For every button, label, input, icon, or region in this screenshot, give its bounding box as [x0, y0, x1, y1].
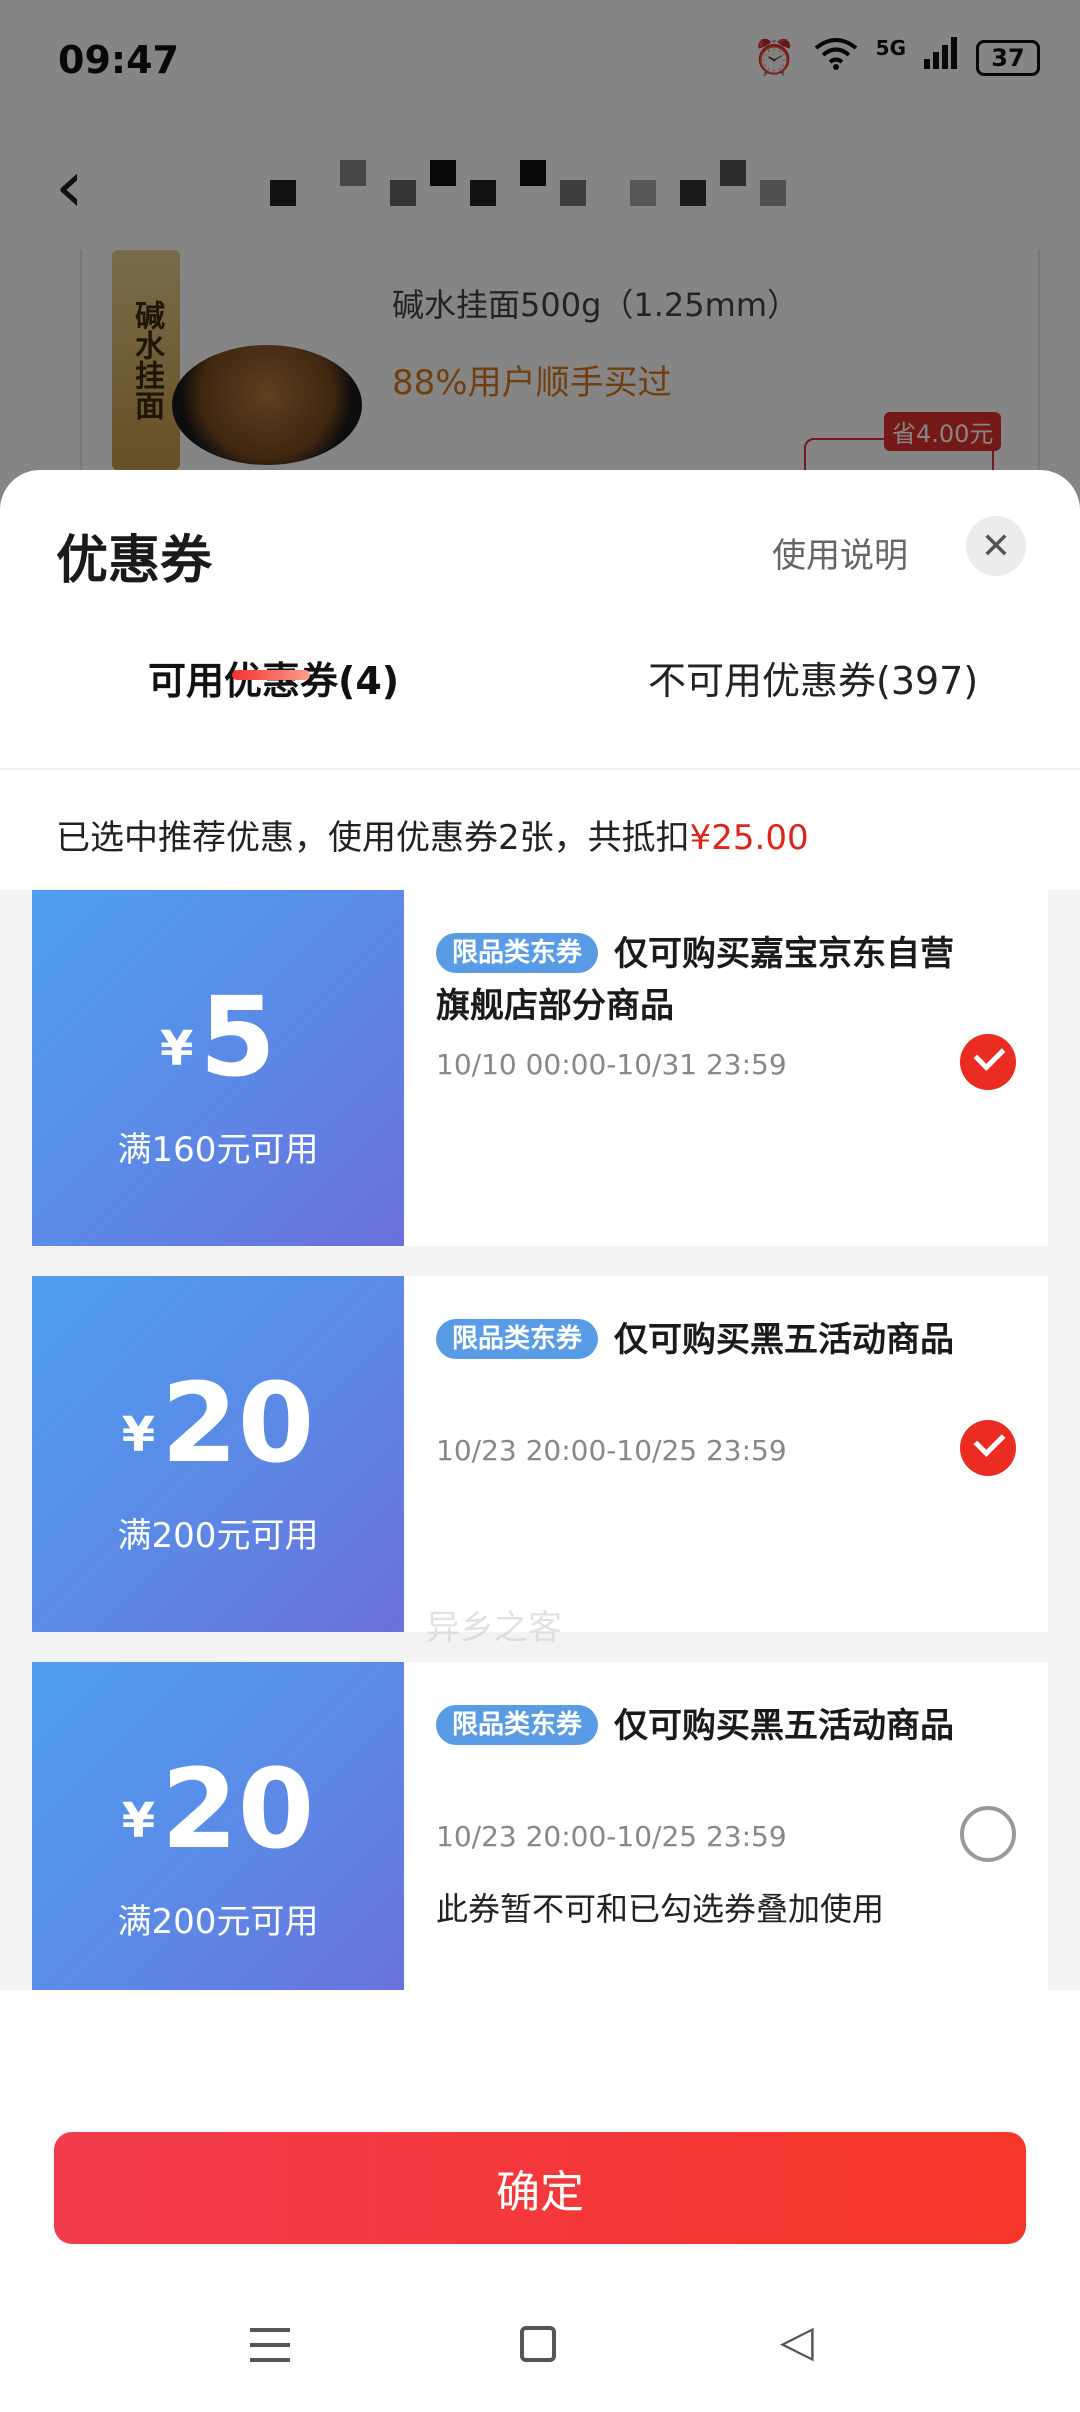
coupon-validity: 10/10 00:00-10/31 23:59 [436, 1048, 787, 1081]
coupon-title: 限品类东券 仅可购买黑五活动商品 [436, 1700, 956, 1752]
confirm-button[interactable]: 确定 [54, 2132, 1026, 2244]
coupon-condition: 满200元可用 [117, 1902, 319, 1942]
coupon-value-panel: ¥5 满160元可用 [24, 890, 404, 1246]
sheet-title: 优惠券 [56, 531, 213, 591]
coupon-amount: ¥5 [32, 982, 404, 1092]
close-icon: ✕ [980, 525, 1012, 567]
coupon-validity: 10/23 20:00-10/25 23:59 [436, 1820, 787, 1853]
usage-help-link[interactable]: 使用说明 [772, 528, 908, 577]
menu-icon[interactable] [250, 2328, 290, 2362]
coupon-stack-note: 此券暂不可和已勾选券叠加使用 [436, 1890, 885, 1928]
summary-amount: ¥25.00 [689, 818, 809, 858]
currency-symbol: ¥ [121, 1407, 156, 1463]
coupon-title-text: 仅可购买黑五活动商品 [614, 1706, 955, 1746]
coupon-amount-value: 20 [161, 1745, 315, 1873]
back-triangle-icon[interactable]: ◁ [780, 2320, 814, 2364]
system-nav-bar: ◁ [0, 2308, 1080, 2388]
watermark: 异乡之客 [426, 1608, 562, 1648]
coupon-title: 限品类东券 仅可购买黑五活动商品 [436, 1314, 956, 1366]
coupon-amount-value: 20 [161, 1359, 315, 1487]
coupon-sheet: 优惠券 使用说明 ✕ 可用优惠券(4) 不可用优惠券(397) 已选中推荐优惠，… [0, 470, 1080, 2412]
coupon-tabs: 可用优惠券(4) 不可用优惠券(397) [0, 650, 1080, 770]
coupon-info: 限品类东券 仅可购买黑五活动商品 10/23 20:00-10/25 23:59 [404, 1276, 1048, 1632]
coupon-amount: ¥20 [32, 1754, 404, 1864]
coupon-tag: 限品类东券 [436, 933, 599, 973]
coupon-title-text: 仅可购买黑五活动商品 [614, 1320, 955, 1360]
currency-symbol: ¥ [160, 1021, 194, 1077]
coupon-value-panel: ¥20 满200元可用 [24, 1276, 404, 1632]
coupon-title: 限品类东券 仅可购买嘉宝京东自营旗舰店部分商品 [436, 928, 956, 1032]
coupon-card[interactable]: ¥5 满160元可用 限品类东券 仅可购买嘉宝京东自营旗舰店部分商品 10/10 … [24, 890, 1048, 1246]
coupon-list[interactable]: ¥5 满160元可用 限品类东券 仅可购买嘉宝京东自营旗舰店部分商品 10/10 … [0, 890, 1080, 1990]
selection-summary: 已选中推荐优惠，使用优惠券2张，共抵扣¥25.00 [56, 810, 809, 859]
coupon-checkbox-unchecked[interactable] [960, 1806, 1016, 1862]
coupon-info: 限品类东券 仅可购买嘉宝京东自营旗舰店部分商品 10/10 00:00-10/31… [404, 890, 1048, 1246]
coupon-checkbox-checked[interactable] [960, 1034, 1016, 1090]
coupon-tag: 限品类东券 [436, 1319, 599, 1359]
tab-available-coupons[interactable]: 可用优惠券(4) [148, 650, 399, 770]
coupon-amount: ¥20 [32, 1368, 404, 1478]
coupon-condition: 满200元可用 [117, 1516, 319, 1556]
coupon-condition: 满160元可用 [117, 1130, 319, 1170]
sheet-footer: 确定 ◁ [0, 2102, 1080, 2412]
currency-symbol: ¥ [121, 1793, 156, 1849]
active-tab-indicator [232, 670, 310, 680]
coupon-card[interactable]: ¥20 满200元可用 限品类东券 仅可购买黑五活动商品 10/23 20:00-… [24, 1662, 1048, 1990]
tab-unavailable-coupons[interactable]: 不可用优惠券(397) [648, 650, 978, 770]
coupon-amount-value: 5 [199, 973, 276, 1101]
coupon-tag: 限品类东券 [436, 1705, 599, 1745]
coupon-card[interactable]: ¥20 满200元可用 限品类东券 仅可购买黑五活动商品 10/23 20:00-… [24, 1276, 1048, 1632]
home-icon[interactable] [520, 2326, 556, 2362]
coupon-validity: 10/23 20:00-10/25 23:59 [436, 1434, 787, 1467]
summary-text: 已选中推荐优惠，使用优惠券2张，共抵扣 [56, 818, 690, 858]
coupon-checkbox-checked[interactable] [960, 1420, 1016, 1476]
coupon-value-panel: ¥20 满200元可用 [24, 1662, 404, 1990]
coupon-info: 限品类东券 仅可购买黑五活动商品 10/23 20:00-10/25 23:59 … [404, 1662, 1048, 1990]
close-button[interactable]: ✕ [966, 516, 1026, 576]
